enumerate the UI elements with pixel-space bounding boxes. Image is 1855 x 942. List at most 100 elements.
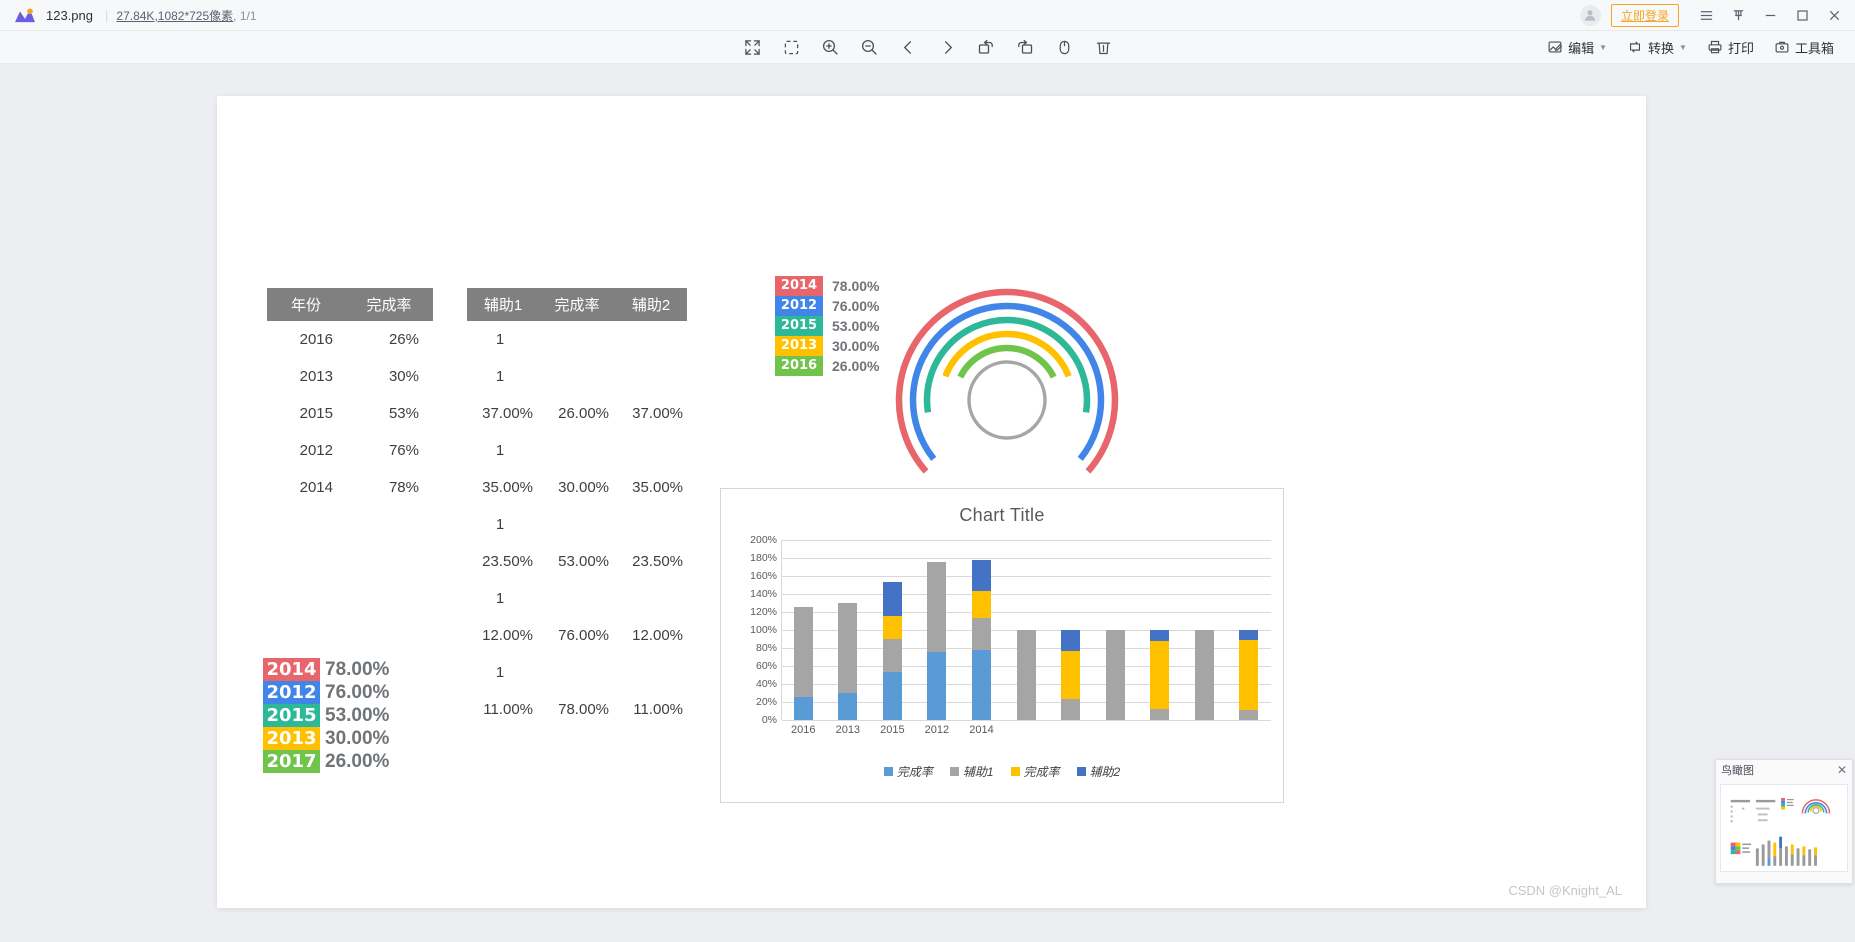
- crop-icon[interactable]: [778, 35, 805, 60]
- x-tick-label: 2015: [880, 724, 905, 736]
- bar-segment: [1239, 710, 1259, 720]
- page-count-label: , 1/1: [233, 8, 257, 23]
- table-cell: 76.00%: [558, 627, 609, 644]
- overview-panel[interactable]: 鸟瞰图 ✕: [1715, 759, 1853, 884]
- legend-small-year: 2013: [775, 336, 823, 356]
- overview-header: 鸟瞰图 ✕: [1716, 760, 1852, 780]
- table-row: 1: [467, 580, 687, 617]
- table-cell: 2014: [299, 479, 333, 496]
- legend-large-year: 2013: [263, 727, 320, 750]
- column-header-rate: 完成率: [554, 297, 600, 314]
- column-header-helper2: 辅助2: [631, 297, 671, 314]
- edit-menu-button[interactable]: 编辑 ▼: [1538, 35, 1616, 60]
- close-icon[interactable]: [1819, 2, 1849, 28]
- legend-large-value: 53.00%: [325, 704, 390, 726]
- pin-icon[interactable]: [1723, 2, 1753, 28]
- login-button[interactable]: 立即登录: [1610, 3, 1679, 27]
- y-tick-label: 0%: [761, 714, 777, 726]
- bar-segment: [1016, 630, 1036, 720]
- legend-large-item: 2013 30.00%: [263, 727, 389, 750]
- chevron-down-icon: ▼: [1679, 42, 1687, 52]
- stacked-bar: [1194, 630, 1214, 720]
- bar-group: [959, 540, 1004, 720]
- x-tick-label: [1048, 724, 1093, 736]
- table-cell: 1: [495, 664, 505, 681]
- previous-icon[interactable]: [895, 35, 922, 60]
- legend-label: 完成率: [1023, 765, 1060, 779]
- y-tick-label: 200%: [750, 534, 777, 546]
- maximize-icon[interactable]: [1787, 2, 1817, 28]
- avatar[interactable]: [1579, 4, 1601, 26]
- stacked-bar: [1239, 630, 1259, 720]
- legend-item[interactable]: 辅助2: [1076, 763, 1120, 780]
- document-page: 年份 完成率 2016 26% 2013 30% 2015 53% 2012 76% 2014 7…: [217, 96, 1646, 908]
- toolbox-icon: [1775, 41, 1789, 53]
- table-row: 2016 26%: [267, 321, 433, 358]
- legend-small-item: 2013 30.00%: [775, 336, 879, 356]
- bar-segment: [1061, 651, 1081, 699]
- legend-small-year: 2014: [775, 276, 823, 296]
- table-cell: 30%: [388, 368, 419, 385]
- image-viewport[interactable]: 年份 完成率 2016 26% 2013 30% 2015 53% 2012 76% 2014 7…: [0, 64, 1855, 942]
- bar-group: [1004, 540, 1049, 720]
- table-row: 12.00% 76.00% 12.00%: [467, 617, 687, 654]
- convert-menu-button[interactable]: 转换 ▼: [1618, 35, 1696, 60]
- fullscreen-icon[interactable]: [739, 35, 766, 60]
- close-icon[interactable]: ✕: [1837, 763, 1847, 777]
- bar-segment: [971, 591, 991, 619]
- x-tick-label: [1137, 724, 1182, 736]
- grid-line: [782, 720, 1271, 721]
- stacked-bar: [1061, 630, 1081, 720]
- legend-swatch: [1010, 767, 1020, 776]
- table-cell: 2013: [299, 368, 333, 385]
- toolbar-right-group: 编辑 ▼ 转换 ▼ 打印 工具箱: [1538, 35, 1855, 60]
- legend-item[interactable]: 完成率: [1010, 763, 1060, 780]
- toolbox-label: 工具箱: [1794, 40, 1834, 56]
- bar-segment: [971, 618, 991, 650]
- bar-group: [1182, 540, 1227, 720]
- table-row: 2013 30%: [267, 358, 433, 395]
- bar-group: [1048, 540, 1093, 720]
- overview-thumbnail[interactable]: [1720, 784, 1848, 872]
- y-tick-label: 180%: [750, 552, 777, 564]
- print-label: 打印: [1727, 40, 1754, 56]
- bar-segment: [793, 606, 813, 697]
- y-tick-label: 140%: [750, 588, 777, 600]
- stacked-bar: [838, 603, 858, 720]
- legend-small-value: 53.00%: [832, 318, 880, 334]
- gauge-arc-2012: [909, 302, 1105, 461]
- table-row: 1: [467, 432, 687, 469]
- edit-image-icon: [1548, 41, 1563, 53]
- legend-item[interactable]: 辅助1: [949, 763, 994, 780]
- completion-rate-table: 年份 完成率 2016 26% 2013 30% 2015 53% 2012 76% 2014 7…: [267, 288, 433, 506]
- legend-small-item: 2015 53.00%: [775, 316, 879, 336]
- plot-area: 200% 180% 160% 140% 120% 100% 80% 60% 40% 20% 0% 2…: [735, 534, 1273, 736]
- column-header-helper1: 辅助1: [483, 297, 523, 314]
- legend-small-item: 2016 26.00%: [775, 356, 879, 376]
- table-cell: 26.00%: [558, 405, 609, 422]
- bar-segment: [882, 672, 902, 720]
- print-button[interactable]: 打印: [1698, 35, 1763, 60]
- bar-segment: [882, 639, 902, 673]
- zoom-out-icon[interactable]: [856, 35, 883, 60]
- legend-item[interactable]: 完成率: [883, 763, 933, 780]
- print-icon: [1708, 40, 1722, 54]
- table-cell: 23.50%: [482, 553, 533, 570]
- rotate-left-icon[interactable]: [973, 35, 1000, 60]
- mouse-icon[interactable]: [1051, 35, 1078, 60]
- table-cell: 1: [495, 331, 505, 348]
- hamburger-menu-icon[interactable]: [1691, 2, 1721, 28]
- zoom-in-icon[interactable]: [817, 35, 844, 60]
- stacked-bar: [793, 606, 813, 720]
- legend-large-year: 2014: [263, 658, 320, 681]
- next-icon[interactable]: [934, 35, 961, 60]
- table-cell: 11.00%: [633, 701, 683, 718]
- x-tick-label: 2014: [969, 724, 994, 736]
- rotate-right-icon[interactable]: [1012, 35, 1039, 60]
- delete-icon[interactable]: [1090, 35, 1117, 60]
- table-row: 37.00% 26.00% 37.00%: [467, 395, 687, 432]
- table-header-row: 辅助1 完成率 辅助2: [467, 288, 687, 321]
- minimize-icon[interactable]: [1755, 2, 1785, 28]
- file-name-label: 123.png: [46, 7, 93, 23]
- toolbox-button[interactable]: 工具箱: [1765, 35, 1843, 60]
